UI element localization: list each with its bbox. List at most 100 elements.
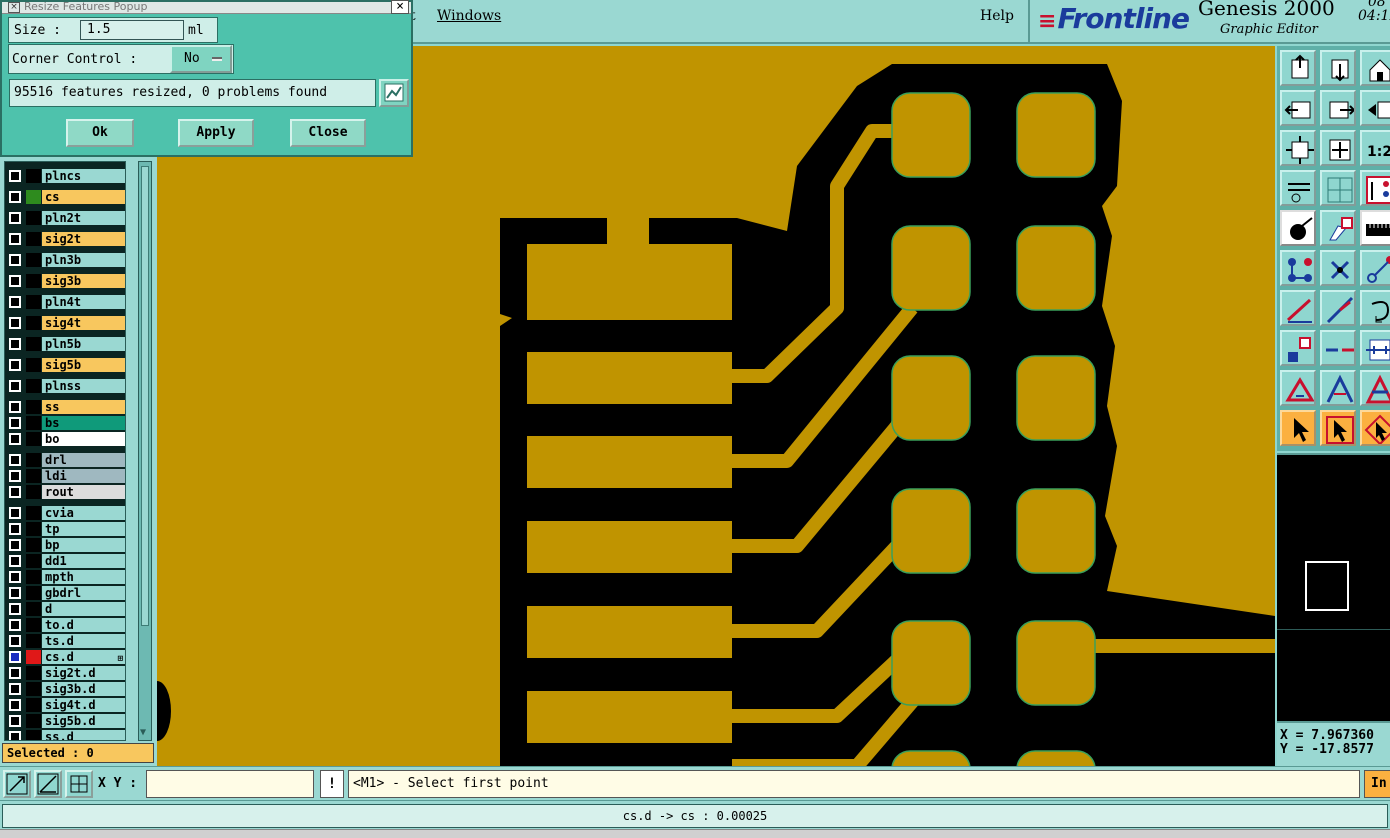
layer-row-ss[interactable]: ss <box>5 399 125 415</box>
segment-tool-button[interactable] <box>1320 330 1356 366</box>
layer-checkbox[interactable] <box>9 539 21 551</box>
menu-item-help[interactable]: Help <box>980 8 1014 24</box>
layer-row-sig5b-d[interactable]: sig5b.d <box>5 713 125 729</box>
layer-name[interactable]: bp <box>42 538 125 552</box>
apply-button[interactable]: Apply <box>178 119 254 147</box>
arc-tool-button[interactable] <box>1360 290 1390 326</box>
layer-row-cvia[interactable]: cvia <box>5 505 125 521</box>
layer-checkbox[interactable] <box>9 731 21 740</box>
layer-row-ss-d[interactable]: ss.d <box>5 729 125 740</box>
layer-checkbox[interactable] <box>9 635 21 647</box>
layer-checkbox[interactable] <box>9 191 21 203</box>
layer-color-swatch[interactable] <box>26 337 41 351</box>
layer-name[interactable]: tp <box>42 522 125 536</box>
size-input[interactable]: 1.5 <box>80 20 184 40</box>
nodes-tool-button[interactable] <box>1280 250 1316 286</box>
layer-color-swatch[interactable] <box>26 586 41 600</box>
layer-name[interactable]: ts.d <box>42 634 125 648</box>
menu-item-windows[interactable]: Windows <box>437 8 501 24</box>
layer-name[interactable]: plncs <box>42 169 125 183</box>
layer-row-cs-d[interactable]: cs.d ⊞ <box>5 649 125 665</box>
fit-tool-button[interactable] <box>1280 130 1316 166</box>
layer-checkbox[interactable] <box>9 587 21 599</box>
info-button[interactable]: In <box>1364 770 1390 798</box>
select-mode-tool-button[interactable] <box>1360 410 1390 446</box>
move-left-tool-button[interactable] <box>1280 90 1316 126</box>
line-tool-button[interactable] <box>1280 290 1316 326</box>
layer-color-swatch[interactable] <box>26 485 41 499</box>
layer-checkbox[interactable] <box>9 715 21 727</box>
popup-close-icon[interactable]: × <box>391 0 409 14</box>
layer-checkbox[interactable] <box>9 667 21 679</box>
layer-checkbox[interactable] <box>9 401 21 413</box>
layer-name[interactable]: d <box>42 602 125 616</box>
slope-tool-button[interactable] <box>1320 290 1356 326</box>
exclamation-button[interactable]: ! <box>320 770 344 798</box>
layer-color-swatch[interactable] <box>26 522 41 536</box>
layer-row-bs[interactable]: bs <box>5 415 125 431</box>
layer-name[interactable]: plnss <box>42 379 125 393</box>
layer-row-pln4t[interactable]: pln4t <box>5 294 125 310</box>
layer-color-swatch[interactable] <box>26 232 41 246</box>
layer-name[interactable]: to.d <box>42 618 125 632</box>
layer-name[interactable]: sig5b <box>42 358 125 372</box>
layer-color-swatch[interactable] <box>26 379 41 393</box>
layer-row-to-d[interactable]: to.d <box>5 617 125 633</box>
layer-color-swatch[interactable] <box>26 538 41 552</box>
layer-row-bo[interactable]: bo <box>5 431 125 447</box>
layer-color-swatch[interactable] <box>26 730 41 740</box>
triangle-tool-button[interactable] <box>1280 370 1316 406</box>
xy-input[interactable] <box>146 770 314 798</box>
layer-row-d[interactable]: d <box>5 601 125 617</box>
layer-color-swatch[interactable] <box>26 554 41 568</box>
layer-name[interactable]: pln5b <box>42 337 125 351</box>
ok-button[interactable]: Ok <box>66 119 134 147</box>
layer-name[interactable]: pln3b <box>42 253 125 267</box>
span-tool-button[interactable] <box>1360 330 1390 366</box>
layer-row-mpth[interactable]: mpth <box>5 569 125 585</box>
move-down-tool-button[interactable] <box>1320 50 1356 86</box>
layer-checkbox[interactable] <box>9 470 21 482</box>
one-to-two-tool-button[interactable]: 1:2 <box>1360 130 1390 166</box>
move-up-tool-button[interactable] <box>1280 50 1316 86</box>
home-tool-button[interactable] <box>1360 50 1390 86</box>
layer-color-swatch[interactable] <box>26 634 41 648</box>
layer-checkbox[interactable] <box>9 417 21 429</box>
layer-name[interactable]: sig4t.d <box>42 698 125 712</box>
layer-color-swatch[interactable] <box>26 469 41 483</box>
ruler-tool-button[interactable] <box>1360 210 1390 246</box>
layer-row-pln3b[interactable]: pln3b <box>5 252 125 268</box>
layer-checkbox[interactable] <box>9 359 21 371</box>
layer-name[interactable]: sig3b <box>42 274 125 288</box>
snap-angle-button[interactable] <box>34 770 62 798</box>
layer-color-swatch[interactable] <box>26 682 41 696</box>
layer-color-swatch[interactable] <box>26 506 41 520</box>
layer-checkbox[interactable] <box>9 699 21 711</box>
layer-row-sig3b[interactable]: sig3b <box>5 273 125 289</box>
report-view-button[interactable] <box>379 79 409 107</box>
layer-name[interactable]: pln2t <box>42 211 125 225</box>
layer-row-ldi[interactable]: ldi <box>5 468 125 484</box>
grid-tool-button[interactable] <box>1320 170 1356 206</box>
layer-name[interactable]: sig4t <box>42 316 125 330</box>
layer-name[interactable]: cvia <box>42 506 125 520</box>
layer-color-swatch[interactable] <box>26 400 41 414</box>
snap-center-tool-button[interactable] <box>1320 250 1356 286</box>
layer-color-swatch[interactable] <box>26 316 41 330</box>
layer-checkbox[interactable] <box>9 507 21 519</box>
feature-tool-button[interactable] <box>1280 210 1316 246</box>
layer-checkbox[interactable] <box>9 486 21 498</box>
layer-name[interactable]: dd1 <box>42 554 125 568</box>
layer-name[interactable]: bs <box>42 416 125 430</box>
layer-row-gbdrl[interactable]: gbdrl <box>5 585 125 601</box>
layer-row-dd1[interactable]: dd1 <box>5 553 125 569</box>
layer-checkbox[interactable] <box>9 338 21 350</box>
fit-window-tool-button[interactable] <box>1320 130 1356 166</box>
delta-tool-button[interactable] <box>1320 370 1356 406</box>
layer-name[interactable]: sig2t <box>42 232 125 246</box>
layer-row-sig2t[interactable]: sig2t <box>5 231 125 247</box>
polygon-tool-button[interactable] <box>1320 210 1356 246</box>
layer-color-swatch[interactable] <box>26 432 41 446</box>
zoom-back-tool-button[interactable] <box>1360 90 1390 126</box>
layer-checkbox[interactable] <box>9 275 21 287</box>
